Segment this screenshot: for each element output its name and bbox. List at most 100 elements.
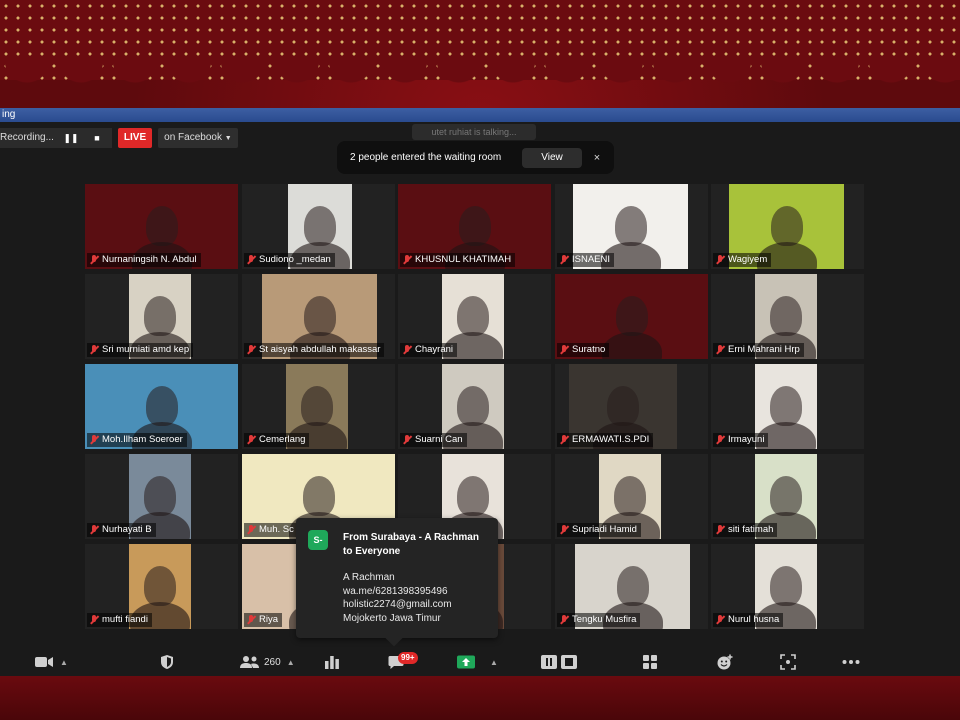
participant-name: Nurul husna <box>728 614 780 625</box>
participant-tile[interactable]: Irmayuni <box>711 364 864 449</box>
chat-line: wa.me/6281398395496 <box>343 585 448 597</box>
participant-silhouette <box>770 206 803 246</box>
participant-tile[interactable]: Nurnaningsih N. Abdul <box>85 184 238 269</box>
participant-name-bar: ERMAWATI.S.PDI <box>557 433 654 447</box>
muted-mic-icon <box>246 525 256 535</box>
shield-icon <box>161 655 173 669</box>
more-button[interactable] <box>842 652 860 672</box>
chevron-up-icon[interactable]: ▲ <box>287 658 295 667</box>
live-destination-dropdown[interactable]: on Facebook ▼ <box>158 128 238 148</box>
participant-name-bar: Supriadi Hamid <box>557 523 641 537</box>
participants-button[interactable]: 260 ▲ <box>240 652 295 672</box>
video-button[interactable]: ▲ <box>34 652 68 672</box>
participant-tile[interactable]: mufti fiandi <box>85 544 238 629</box>
participant-silhouette <box>301 386 333 426</box>
decorative-banner-top <box>0 0 960 108</box>
share-screen-icon <box>457 655 475 669</box>
participant-name-bar: Moh.Ilham Soeroer <box>87 433 187 447</box>
participant-silhouette <box>770 386 802 426</box>
participant-silhouette <box>616 566 649 606</box>
polls-button[interactable] <box>324 652 340 672</box>
close-icon[interactable]: × <box>590 152 604 164</box>
muted-mic-icon <box>89 435 99 445</box>
participants-icon <box>240 656 259 668</box>
muted-mic-icon <box>246 255 256 265</box>
participant-name-bar: Muh. Sc <box>244 523 298 537</box>
muted-mic-icon <box>715 615 725 625</box>
participant-name-bar: Wagiyem <box>713 253 772 267</box>
participant-name-bar: Sri murniati amd kep <box>87 343 194 357</box>
muted-mic-icon <box>89 255 99 265</box>
participant-tile[interactable]: ERMAWATI.S.PDI <box>555 364 708 449</box>
participant-name-bar: siti fatimah <box>713 523 778 537</box>
waiting-room-message: 2 people entered the waiting room <box>350 152 502 163</box>
participant-silhouette <box>607 386 639 426</box>
participant-tile[interactable]: Cemerlang <box>242 364 395 449</box>
recording-controls-button[interactable] <box>540 652 578 672</box>
participant-tile[interactable]: Sudiono _medan <box>242 184 395 269</box>
participant-silhouette <box>144 296 176 336</box>
participant-tile[interactable]: Wagiyem <box>711 184 864 269</box>
recording-bar: Recording... ❚❚ ■ LIVE on Facebook ▼ <box>0 128 238 148</box>
chevron-up-icon[interactable]: ▲ <box>490 658 498 667</box>
pause-icon[interactable]: ❚❚ <box>62 129 80 147</box>
chat-button[interactable]: 99+ <box>388 652 418 672</box>
participant-name-bar: St aisyah abdullah makassar <box>244 343 385 357</box>
participant-name-bar: Suarni Can <box>400 433 467 447</box>
participant-name: mufti fiandi <box>102 614 148 625</box>
participant-tile[interactable]: Tengku Musfira <box>555 544 708 629</box>
share-screen-button[interactable]: ▲ <box>456 652 498 672</box>
view-waiting-room-button[interactable]: View <box>522 147 582 168</box>
participant-tile[interactable]: Supriadi Hamid <box>555 454 708 539</box>
participants-count: 260 <box>264 656 281 668</box>
participant-name: Cemerlang <box>259 434 306 445</box>
participant-name-bar: Nurnaningsih N. Abdul <box>87 253 201 267</box>
participant-name: Nurhayati B <box>102 524 152 535</box>
participant-silhouette <box>770 476 802 516</box>
participant-name-bar: Sudiono _medan <box>244 253 335 267</box>
participant-tile[interactable]: Erni Mahrani Hrp <box>711 274 864 359</box>
participant-name: Erni Mahrani Hrp <box>728 344 800 355</box>
participant-name-bar: Irmayuni <box>713 433 769 447</box>
participant-name: Wagiyem <box>728 254 768 265</box>
participant-name-bar: ISNAENI <box>557 253 615 267</box>
chat-notification-popup[interactable]: S- From Surabaya - A Rachman to Everyone… <box>296 518 498 647</box>
apps-button[interactable] <box>642 652 658 672</box>
zoom-apps-button[interactable] <box>780 652 796 672</box>
video-camera-icon <box>35 657 53 667</box>
participant-name: Sri murniati amd kep <box>102 344 190 355</box>
participant-silhouette <box>145 386 178 426</box>
participant-tile[interactable]: Nurhayati B <box>85 454 238 539</box>
expand-icon <box>780 654 796 670</box>
muted-mic-icon <box>89 525 99 535</box>
participant-name: Riya <box>259 614 279 625</box>
participant-silhouette <box>304 206 336 246</box>
participant-silhouette <box>457 296 489 336</box>
participant-tile[interactable]: Chayrani <box>398 274 551 359</box>
muted-mic-icon <box>559 615 569 625</box>
participant-tile[interactable]: St aisyah abdullah makassar <box>242 274 395 359</box>
live-destination-label: on Facebook <box>164 132 222 143</box>
muted-mic-icon <box>715 435 725 445</box>
participant-tile[interactable]: KHUSNUL KHATIMAH <box>398 184 551 269</box>
participant-name-bar: Suratno <box>557 343 610 357</box>
participant-tile[interactable]: Moh.Ilham Soeroer <box>85 364 238 449</box>
chat-sender-avatar: S- <box>308 530 328 550</box>
participant-name: Nurnaningsih N. Abdul <box>102 254 197 265</box>
security-button[interactable] <box>160 652 174 672</box>
stop-icon[interactable]: ■ <box>88 129 106 147</box>
participant-tile[interactable]: Suratno <box>555 274 708 359</box>
chevron-up-icon[interactable]: ▲ <box>60 658 68 667</box>
chat-sender-line: From Surabaya - A Rachman to Everyone <box>343 532 479 557</box>
participant-tile[interactable]: Sri murniati amd kep <box>85 274 238 359</box>
participant-tile[interactable]: siti fatimah <box>711 454 864 539</box>
participant-name: St aisyah abdullah makassar <box>259 344 381 355</box>
reactions-button[interactable] <box>716 652 734 672</box>
participant-silhouette <box>144 566 176 606</box>
participant-silhouette <box>770 566 802 606</box>
participant-tile[interactable]: Suarni Can <box>398 364 551 449</box>
muted-mic-icon <box>715 345 725 355</box>
chat-unread-badge: 99+ <box>398 652 418 664</box>
participant-tile[interactable]: ISNAENI <box>555 184 708 269</box>
participant-tile[interactable]: Nurul husna <box>711 544 864 629</box>
